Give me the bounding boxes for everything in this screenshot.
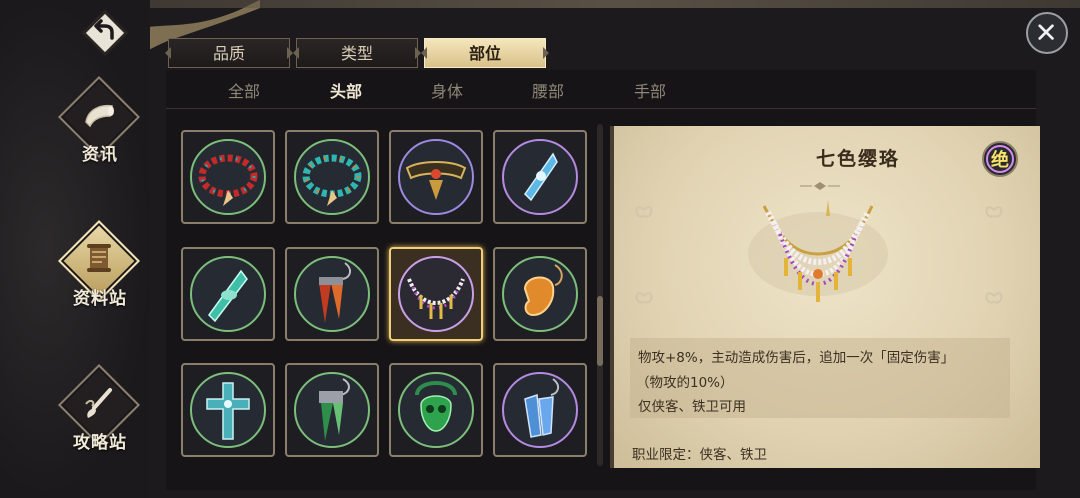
sidebar-item-label: 攻略站 bbox=[73, 433, 127, 453]
subtab-head[interactable]: 头部 bbox=[330, 78, 362, 102]
cross-amulet-icon bbox=[190, 372, 266, 448]
close-button[interactable] bbox=[1026, 12, 1068, 54]
red-bead-necklace-icon bbox=[190, 139, 266, 215]
sidebar-item-database[interactable]: 资料站 bbox=[57, 219, 142, 318]
seven-color-necklace-icon bbox=[398, 256, 474, 332]
sidebar-item-label: 资料站 bbox=[73, 289, 127, 309]
subtab-body[interactable]: 身体 bbox=[431, 78, 463, 102]
blue-crystal-pendant-icon bbox=[502, 139, 578, 215]
green-skull-amulet-icon bbox=[398, 372, 474, 448]
effect-line-2: （物攻的10%） bbox=[636, 375, 734, 391]
scroll-icon bbox=[87, 244, 111, 272]
red-fang-pendant-icon bbox=[294, 256, 370, 332]
item-slot[interactable] bbox=[181, 247, 275, 341]
item-title: 七色缨珞 bbox=[815, 148, 900, 170]
item-slot[interactable] bbox=[493, 130, 587, 224]
rank-label: 绝 bbox=[991, 149, 1009, 171]
horn-icon bbox=[85, 104, 114, 128]
item-slot[interactable] bbox=[493, 247, 587, 341]
scrollbar-thumb[interactable] bbox=[597, 296, 603, 366]
tab-slot[interactable]: 部位 bbox=[424, 38, 546, 68]
sidebar-item-label: 资讯 bbox=[82, 145, 118, 165]
teal-bead-necklace-icon bbox=[294, 139, 370, 215]
sidebar: 资讯 资料站 攻略站 bbox=[0, 0, 150, 498]
item-slot[interactable] bbox=[285, 363, 379, 457]
item-slot[interactable] bbox=[493, 363, 587, 457]
subtab-all[interactable]: 全部 bbox=[228, 78, 260, 102]
item-slot[interactable] bbox=[285, 247, 379, 341]
amber-charm-icon bbox=[502, 256, 578, 332]
item-slot[interactable] bbox=[181, 363, 275, 457]
subtab-bar: 全部 头部 身体 腰部 手部 bbox=[166, 70, 1036, 109]
back-button[interactable] bbox=[80, 8, 130, 58]
sidebar-item-guides[interactable]: 攻略站 bbox=[57, 363, 142, 462]
tab-type[interactable]: 类型 bbox=[296, 38, 418, 68]
header-band bbox=[150, 0, 1080, 8]
sidebar-item-news[interactable]: 资讯 bbox=[57, 75, 142, 174]
item-slot[interactable] bbox=[181, 130, 275, 224]
effect-line-1: 物攻+8%，主动造成伤害后，追加一次「固定伤害」 bbox=[638, 350, 955, 366]
brush-icon bbox=[85, 388, 112, 418]
grid-scrollbar[interactable] bbox=[597, 124, 603, 466]
jade-crystal-pendant-icon bbox=[190, 256, 266, 332]
effect-line-3: 仅侠客、铁卫可用 bbox=[638, 399, 746, 415]
blue-tassel-charm-icon bbox=[502, 372, 578, 448]
green-fang-pendant-icon bbox=[294, 372, 370, 448]
item-grid bbox=[178, 128, 596, 468]
item-slot[interactable] bbox=[285, 130, 379, 224]
gold-circlet-icon bbox=[398, 139, 474, 215]
subtab-hand[interactable]: 手部 bbox=[634, 78, 666, 102]
class-restriction: 职业限定：侠客、铁卫 bbox=[632, 447, 767, 463]
item-slot[interactable] bbox=[389, 130, 483, 224]
item-slot[interactable] bbox=[389, 363, 483, 457]
subtab-waist[interactable]: 腰部 bbox=[532, 78, 564, 102]
tab-quality[interactable]: 品质 bbox=[168, 38, 290, 68]
item-slot-selected[interactable] bbox=[389, 247, 483, 341]
rank-badge-icon: 绝 bbox=[982, 141, 1018, 177]
